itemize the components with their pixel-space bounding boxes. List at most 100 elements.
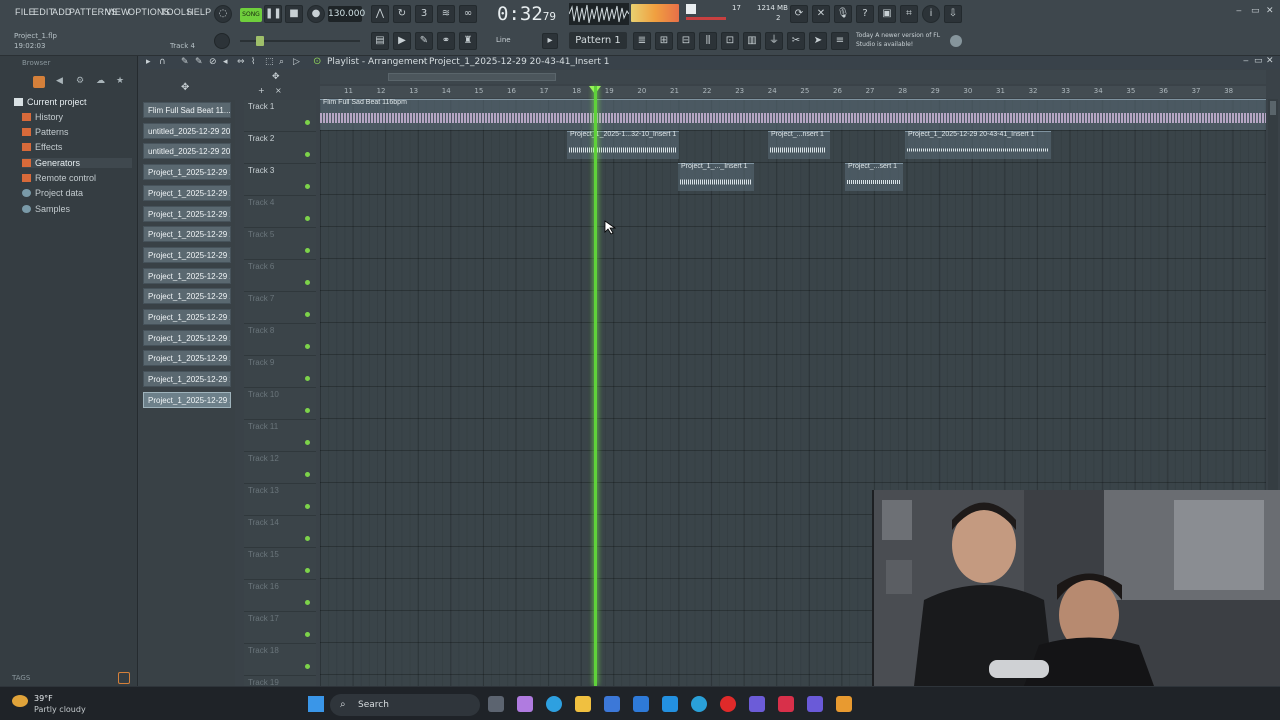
browser-item-history[interactable]: History bbox=[22, 112, 63, 122]
timeline-ruler[interactable]: 11 12 13 14 15 16 17 18 19 20 21 22 23 24 25 26 27 28 29 30… bbox=[320, 86, 1266, 98]
pattern-list-item[interactable]: Project_1_2025-12-29 2... bbox=[143, 205, 231, 222]
track-header[interactable]: Track 3 bbox=[244, 164, 316, 196]
clip-insert-e[interactable]: Project_...sert 1 bbox=[845, 163, 903, 191]
track-header[interactable]: Track 12 bbox=[244, 452, 316, 484]
clip-insert-d[interactable]: Project_1_..._Insert 1 bbox=[678, 163, 754, 191]
track-header[interactable]: Track 7 bbox=[244, 292, 316, 324]
playhead-line[interactable] bbox=[594, 86, 597, 686]
track-mute-led[interactable] bbox=[305, 376, 310, 381]
arrow-right-icon[interactable]: ▶ bbox=[393, 32, 411, 50]
browser-all-icon[interactable] bbox=[33, 76, 45, 88]
help-icon[interactable]: ? bbox=[856, 5, 874, 23]
refresh-icon[interactable]: ⟳ bbox=[790, 5, 808, 23]
track-header[interactable]: Track 16 bbox=[244, 580, 316, 612]
browser-item-effects[interactable]: Effects bbox=[22, 142, 62, 152]
browser-star-icon[interactable]: ★ bbox=[116, 76, 124, 86]
track-mute-led[interactable] bbox=[305, 248, 310, 253]
pattern-list-item[interactable]: Project_1_2025-12-29 2... bbox=[143, 267, 231, 284]
vertical-scroll-thumb[interactable] bbox=[1270, 101, 1276, 115]
windows-start-icon[interactable] bbox=[308, 696, 324, 712]
channel-rack-icon[interactable]: ⊞ bbox=[655, 32, 673, 50]
menu-help[interactable]: HELP bbox=[187, 7, 211, 17]
info-icon[interactable]: i bbox=[922, 5, 940, 23]
song-mode-toggle[interactable]: SONG bbox=[240, 8, 262, 22]
slice-tool-icon[interactable]: ⌇ bbox=[251, 57, 255, 67]
opera-icon[interactable] bbox=[720, 696, 736, 712]
track-mute-led[interactable] bbox=[305, 184, 310, 189]
record-indicator-icon[interactable]: ◌ bbox=[214, 5, 232, 23]
select-tool-icon[interactable]: ⬚ bbox=[265, 57, 274, 67]
pattern-list-move-icon[interactable]: ✥ bbox=[181, 82, 189, 93]
track-resize-icon[interactable]: ✥ bbox=[272, 72, 280, 82]
track-header[interactable]: Track 11 bbox=[244, 420, 316, 452]
overview-scroll-handle[interactable] bbox=[388, 73, 556, 81]
pattern-list-item[interactable]: Project_1_2025-12-29 2... bbox=[143, 371, 231, 388]
browser-toggle-icon[interactable]: ⊡ bbox=[721, 32, 739, 50]
download-icon[interactable]: ⇩ bbox=[944, 5, 962, 23]
clip-insert-b[interactable]: Project_...nsert 1 bbox=[768, 131, 830, 159]
pattern-list-item[interactable]: Project_1_2025-12-29 2... bbox=[143, 391, 231, 408]
maximize-icon[interactable]: ▭ bbox=[1251, 6, 1260, 16]
track-header[interactable]: Track 8 bbox=[244, 324, 316, 356]
pitch-slider-handle[interactable] bbox=[256, 36, 264, 46]
copilot-icon[interactable] bbox=[517, 696, 533, 712]
browser-item-remote-control[interactable]: Remote control bbox=[22, 173, 96, 183]
magnet-icon[interactable]: ∩ bbox=[159, 57, 166, 67]
stop-button[interactable]: ■ bbox=[285, 5, 303, 23]
pattern-prev-icon[interactable]: ▸ bbox=[542, 33, 558, 49]
pattern-list-item[interactable]: Project_1_2025-12-29 2... bbox=[143, 184, 231, 201]
playlist-overview[interactable] bbox=[320, 70, 1266, 84]
menu-file[interactable]: FILE bbox=[15, 7, 35, 17]
playlist-close-icon[interactable]: ✕ bbox=[1266, 56, 1274, 66]
pattern-list-item[interactable]: Project_1_2025-12-29 2... bbox=[143, 309, 231, 325]
stamp-icon[interactable]: ♜ bbox=[459, 32, 477, 50]
plugin-icon[interactable]: ⌗ bbox=[900, 5, 918, 23]
minimize-icon[interactable]: ‒ bbox=[1236, 6, 1242, 16]
delete-tool-icon[interactable]: ⊘ bbox=[209, 57, 217, 67]
tags-search-icon[interactable] bbox=[118, 672, 130, 684]
track-header[interactable]: Track 2 bbox=[244, 132, 316, 164]
app-p-icon[interactable] bbox=[749, 696, 765, 712]
browser-view-icon[interactable]: ⚙ bbox=[76, 76, 84, 86]
track-mute-led[interactable] bbox=[305, 216, 310, 221]
browser-item-samples[interactable]: Samples bbox=[22, 204, 70, 214]
brush-icon[interactable]: ➤ bbox=[809, 32, 827, 50]
track-mute-led[interactable] bbox=[305, 632, 310, 637]
playlist-view-icon[interactable]: ▤ bbox=[371, 32, 389, 50]
pencil-icon[interactable]: ✎ bbox=[415, 32, 433, 50]
pause-button[interactable]: ❚❚ bbox=[264, 5, 282, 23]
snap-select[interactable]: Line bbox=[496, 36, 511, 44]
track-header[interactable]: Track 6 bbox=[244, 260, 316, 292]
weather-condition[interactable]: Partly cloudy bbox=[34, 705, 86, 714]
weather-temp[interactable]: 39°F bbox=[34, 694, 53, 703]
scissors-icon[interactable]: ✂ bbox=[787, 32, 805, 50]
track-mute-led[interactable] bbox=[305, 408, 310, 413]
wait-input-icon[interactable]: ↻ bbox=[393, 5, 411, 23]
browser-item-generators[interactable]: Generators bbox=[22, 158, 132, 168]
pattern-selector[interactable]: Pattern 1 bbox=[569, 32, 627, 49]
tempo-display[interactable]: 130.000 bbox=[328, 6, 365, 22]
zoom-tool-icon[interactable]: ⌕ bbox=[279, 57, 284, 67]
taskbar-search[interactable]: ⌕ Search bbox=[330, 694, 480, 716]
browser-back-icon[interactable]: ◀ bbox=[56, 76, 63, 86]
file-explorer-icon[interactable] bbox=[575, 696, 591, 712]
plugin-db-icon[interactable]: ▥ bbox=[743, 32, 761, 50]
track-mute-led[interactable] bbox=[305, 152, 310, 157]
browser-cloud-icon[interactable]: ☁ bbox=[96, 76, 105, 86]
add-track-icon[interactable]: + bbox=[258, 86, 265, 95]
countdown-icon[interactable]: 3 bbox=[415, 5, 433, 23]
track-header[interactable]: Track 4 bbox=[244, 196, 316, 228]
track-mute-led[interactable] bbox=[305, 568, 310, 573]
track-header[interactable]: Track 17 bbox=[244, 612, 316, 644]
remove-track-icon[interactable]: × bbox=[275, 86, 282, 95]
track-mute-led[interactable] bbox=[305, 472, 310, 477]
track-header[interactable]: Track 14 bbox=[244, 516, 316, 548]
save-icon[interactable]: ▣ bbox=[878, 5, 896, 23]
fl-studio-icon[interactable] bbox=[836, 696, 852, 712]
weather-icon[interactable] bbox=[12, 695, 28, 707]
track-mute-led[interactable] bbox=[305, 664, 310, 669]
track-header[interactable]: Track 13 bbox=[244, 484, 316, 516]
pattern-list-item[interactable]: Project_1_2025-12-29 2... bbox=[143, 164, 231, 181]
track-mute-led[interactable] bbox=[305, 504, 310, 509]
playlist-maximize-icon[interactable]: ▭ bbox=[1254, 56, 1263, 66]
